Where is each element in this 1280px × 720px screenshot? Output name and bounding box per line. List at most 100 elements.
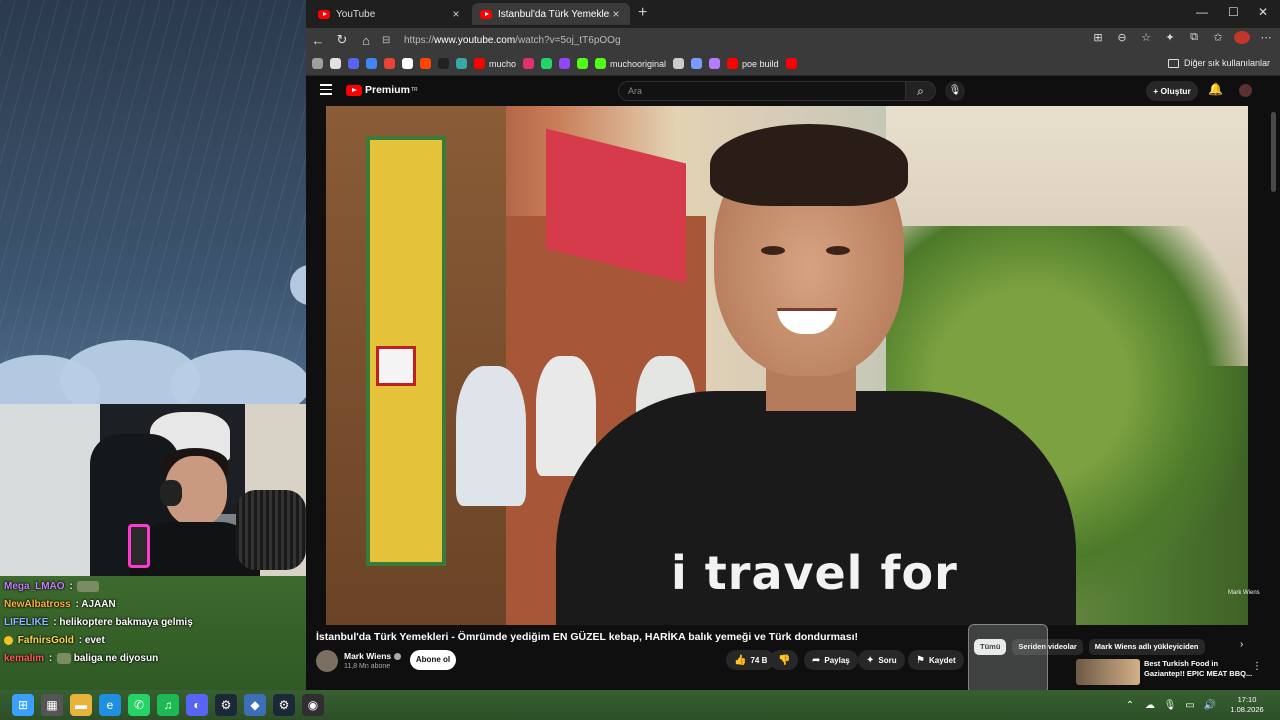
search-input[interactable]: Ara xyxy=(618,81,906,101)
recommended-title[interactable]: Best Turkish Food in Gaziantep!! EPIC ME… xyxy=(1144,659,1254,679)
microphone-icon[interactable]: 🎙 xyxy=(1160,700,1180,711)
chip-uploader[interactable]: Mark Wiens adlı yükleyiciden xyxy=(1088,639,1205,655)
edge-icon[interactable]: e xyxy=(99,694,121,716)
chat-message: LIFELIKE : helikoptere bakmaya gelmiş xyxy=(4,614,302,632)
bookmark-item[interactable] xyxy=(348,58,359,69)
extensions-icon[interactable]: ✦ xyxy=(1162,31,1178,47)
channel-name[interactable]: Mark Wiens xyxy=(344,651,402,661)
url-field[interactable]: ⊟ https:// www.youtube.com /watch?v=5oj_… xyxy=(382,31,1102,49)
close-tab-icon[interactable]: × xyxy=(450,7,462,21)
dislike-button[interactable]: 👎 xyxy=(770,650,799,670)
bookmark-item[interactable] xyxy=(709,58,721,69)
favorites-icon[interactable]: ✩ xyxy=(1210,31,1226,47)
youtube-premium-logo[interactable]: Premium TR xyxy=(346,84,418,96)
other-bookmarks[interactable]: Diğer sık kullanılanlar xyxy=(1167,58,1270,68)
more-options-icon[interactable]: ⋯ xyxy=(1258,31,1274,47)
bookmark-favicon-icon xyxy=(366,58,377,69)
headset xyxy=(160,480,182,506)
favorite-star-icon[interactable]: ☆ xyxy=(1138,31,1154,47)
close-window-button[interactable]: ✕ xyxy=(1258,5,1268,19)
bookmark-item[interactable] xyxy=(577,58,589,69)
split-screen-icon[interactable]: ⧉ xyxy=(1186,31,1202,47)
sparkle-icon: ✦ xyxy=(866,654,875,666)
create-button[interactable]: + Oluştur xyxy=(1146,81,1198,101)
notifications-bell-icon[interactable]: 🔔 xyxy=(1208,82,1223,96)
search-button[interactable]: ⌕ xyxy=(906,81,936,101)
tab-youtube[interactable]: YouTube × xyxy=(310,3,470,25)
speaker-icon[interactable]: 🔊 xyxy=(1200,700,1220,711)
bookmark-item[interactable] xyxy=(691,58,703,69)
bookmark-item[interactable] xyxy=(438,58,449,69)
cloud-icon[interactable]: ☁ xyxy=(1140,700,1160,711)
whatsapp-icon[interactable]: ✆ xyxy=(128,694,150,716)
channel-avatar[interactable] xyxy=(316,650,338,672)
steam-icon[interactable]: ⚙ xyxy=(215,694,237,716)
bookmark-item[interactable] xyxy=(456,58,467,69)
bookmark-item[interactable] xyxy=(559,58,571,69)
network-icon[interactable]: ▭ xyxy=(1180,700,1200,711)
share-button[interactable]: ➦ Paylaş xyxy=(804,650,858,670)
home-icon[interactable]: ⌂ xyxy=(354,33,378,48)
chat-text: evet xyxy=(84,635,105,646)
close-tab-icon[interactable]: × xyxy=(610,7,622,21)
bookmark-favicon-icon xyxy=(523,58,535,69)
bookmark-item[interactable] xyxy=(366,58,377,69)
discord-icon[interactable]: ◐ xyxy=(186,694,208,716)
profile-icon[interactable] xyxy=(1234,31,1250,47)
video-player[interactable]: i travel for Mark Wiens xyxy=(306,106,1280,625)
site-info-icon[interactable]: ⊟ xyxy=(382,35,396,46)
bookmark-favicon-icon xyxy=(673,58,685,69)
back-icon[interactable]: ← xyxy=(306,33,330,48)
chevron-right-icon[interactable]: › xyxy=(1240,639,1243,650)
bookmark-item[interactable]: poe build xyxy=(727,58,779,69)
video-frame[interactable]: i travel for xyxy=(326,106,1248,625)
bookmark-item[interactable] xyxy=(384,58,395,69)
bookmark-favicon-icon xyxy=(384,58,395,69)
bookmark-label: mucho xyxy=(489,58,517,69)
subscribe-button[interactable]: Abone ol xyxy=(410,650,456,670)
zoom-icon[interactable]: ⊖ xyxy=(1114,31,1130,47)
spotify-icon[interactable]: ♫ xyxy=(157,694,179,716)
save-button[interactable]: ⚑ Kaydet xyxy=(908,650,964,670)
steam-icon-2[interactable]: ⚙ xyxy=(273,694,295,716)
microphone-icon[interactable]: 🎙 xyxy=(945,81,965,101)
more-vert-icon[interactable]: ⋮ xyxy=(1252,661,1262,672)
bookmark-item[interactable] xyxy=(523,58,535,69)
recommended-video[interactable]: Best Turkish Food in Gaziantep!! EPIC ME… xyxy=(1046,659,1276,689)
avatar[interactable] xyxy=(1239,84,1252,97)
page-scrollbar[interactable] xyxy=(1271,112,1276,192)
obs-icon[interactable]: ◉ xyxy=(302,694,324,716)
bookmark-favicon-icon xyxy=(330,58,341,69)
like-button[interactable]: 👍 74 B xyxy=(726,650,776,670)
bookmark-item[interactable] xyxy=(541,58,553,69)
video-thumbnail[interactable] xyxy=(1076,659,1140,685)
tab-label: İstanbul'da Türk Yemekleri - Ömrü xyxy=(498,8,610,20)
chevron-up-icon[interactable]: ⌃ xyxy=(1120,700,1140,711)
bookmark-item[interactable] xyxy=(673,58,685,69)
app-icon[interactable]: ◆ xyxy=(244,694,266,716)
bookmark-item[interactable] xyxy=(402,58,413,69)
tab-video[interactable]: İstanbul'da Türk Yemekleri - Ömrü × xyxy=(472,3,630,25)
emote-icon xyxy=(56,652,71,664)
bookmark-item[interactable]: muchooriginal xyxy=(595,58,666,69)
app-available-icon[interactable]: ⊞ xyxy=(1090,31,1106,47)
bookmark-item[interactable] xyxy=(420,58,431,69)
reload-icon[interactable]: ↻ xyxy=(330,32,354,48)
channel-watermark[interactable]: Mark Wiens xyxy=(1228,590,1260,596)
menu-icon[interactable] xyxy=(320,84,332,96)
chat-message: NewAlbatross : AJAAN xyxy=(4,596,302,614)
bookmark-item[interactable] xyxy=(785,58,797,69)
bookmark-item[interactable]: mucho xyxy=(474,58,516,69)
ask-button[interactable]: ✦ Soru xyxy=(858,650,905,670)
task-view-icon[interactable]: ▦ xyxy=(41,694,63,716)
clock[interactable]: 17:10 1.08.2026 xyxy=(1220,695,1274,715)
maximize-button[interactable]: ☐ xyxy=(1228,5,1239,19)
file-explorer-icon[interactable]: ▬ xyxy=(70,694,92,716)
minimize-button[interactable]: — xyxy=(1196,5,1208,19)
bookmark-item[interactable] xyxy=(312,58,323,69)
windows-start-icon[interactable]: ⊞ xyxy=(12,694,34,716)
new-tab-button[interactable]: + xyxy=(638,4,647,22)
desktop-wallpaper xyxy=(0,0,306,404)
bookmark-item[interactable] xyxy=(330,58,341,69)
youtube-favicon-icon xyxy=(480,9,492,19)
